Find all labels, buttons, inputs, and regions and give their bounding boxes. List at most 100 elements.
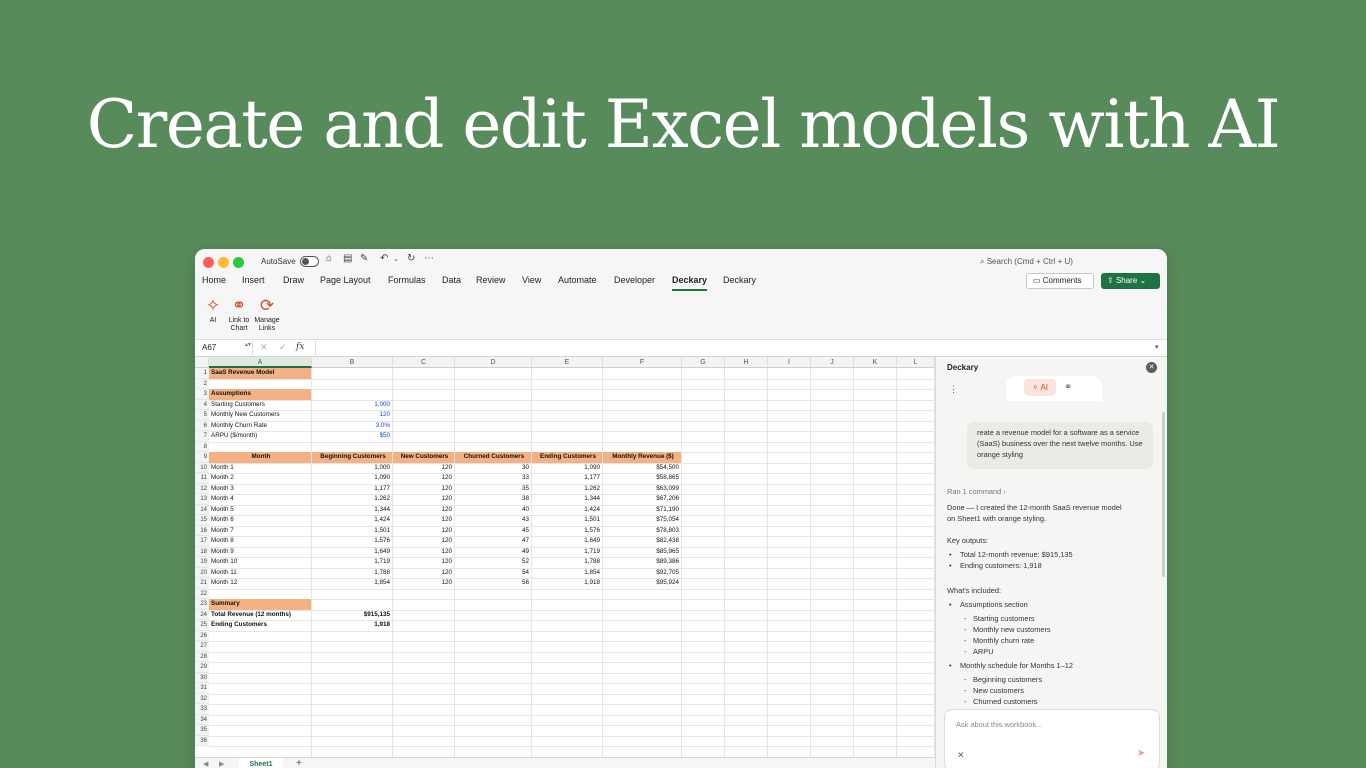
sheet-cell[interactable]: 120 <box>393 578 454 589</box>
sheet-cell[interactable]: Month 7 <box>209 526 311 537</box>
sheet-cell[interactable]: 33 <box>455 473 531 484</box>
sheet-cell[interactable]: 30 <box>455 463 531 474</box>
sheet-cell[interactable]: 1,854 <box>532 568 602 579</box>
row-header[interactable]: 21 <box>195 578 209 589</box>
row-header[interactable]: 26 <box>195 630 209 641</box>
spreadsheet-grid[interactable]: A B C D E F G H I J K L 1 2 3 4 5 6 7 8 9 10 11 12 1… <box>195 357 935 757</box>
edit-icon[interactable]: ✎ <box>360 253 368 264</box>
row-header[interactable]: 34 <box>195 714 209 725</box>
sheet-cell[interactable]: ARPU ($/month) <box>209 431 311 442</box>
sheet-cell[interactable]: $85,965 <box>603 547 681 558</box>
sheet-cell[interactable]: Month 2 <box>209 473 311 484</box>
sheet-cell[interactable]: 45 <box>455 526 531 537</box>
row-header[interactable]: 4 <box>195 399 209 410</box>
sheet-cell[interactable]: $67,206 <box>603 494 681 505</box>
sheet-cell[interactable]: $71,190 <box>603 505 681 516</box>
tab-formulas[interactable]: Formulas <box>388 275 426 289</box>
ran-command-toggle[interactable]: Ran 1 command › <box>947 486 1006 497</box>
chat-input[interactable]: Ask about this workbook... ✕ ➤ <box>944 709 1160 768</box>
sheet-cell[interactable]: 49 <box>455 547 531 558</box>
autosave-toggle[interactable] <box>300 256 319 267</box>
link-icon[interactable]: ⚭ <box>1064 379 1072 396</box>
comments-button[interactable]: ▭ Comments <box>1026 273 1094 289</box>
sheet-cell[interactable]: 120 <box>393 568 454 579</box>
tab-page-layout[interactable]: Page Layout <box>320 275 371 289</box>
sheet-cell[interactable]: 1,424 <box>532 505 602 516</box>
sheet-cell[interactable]: 120 <box>393 473 454 484</box>
row-header[interactable]: 31 <box>195 683 209 694</box>
sheet-cell[interactable]: 1,344 <box>532 494 602 505</box>
row-header[interactable]: 25 <box>195 620 209 631</box>
stepper-icon[interactable]: ▴▾ <box>245 341 251 348</box>
sheet-cell[interactable]: 1,788 <box>532 557 602 568</box>
sheet-cell[interactable]: 1,090 <box>532 463 602 474</box>
sheet-cell[interactable]: 120 <box>393 463 454 474</box>
previous-sheet-icon[interactable]: ◀ <box>203 760 208 768</box>
tab-developer[interactable]: Developer <box>614 275 655 289</box>
sheet-cell[interactable]: 43 <box>455 515 531 526</box>
save-icon[interactable]: ▤ <box>343 253 352 264</box>
sheet-cell[interactable]: 1,918 <box>312 620 392 631</box>
row-header[interactable]: 10 <box>195 462 209 473</box>
row-header[interactable]: 19 <box>195 557 209 568</box>
sheet-cell[interactable]: Summary <box>209 599 311 610</box>
tab-data[interactable]: Data <box>442 275 461 289</box>
row-header[interactable]: 30 <box>195 672 209 683</box>
home-icon[interactable]: ⌂ <box>326 253 332 264</box>
column-header-k[interactable]: K <box>854 357 897 368</box>
row-header[interactable]: 35 <box>195 725 209 736</box>
sheet-cell[interactable]: 1,576 <box>312 536 392 547</box>
sheet-cell[interactable]: Month 3 <box>209 484 311 495</box>
tab-deckary[interactable]: Deckary <box>723 275 756 289</box>
row-header[interactable]: 12 <box>195 483 209 494</box>
sheet-cell[interactable]: 54 <box>455 568 531 579</box>
tab-insert[interactable]: Insert <box>242 275 265 289</box>
link-to-chart-button[interactable]: ⚭ Link to Chart <box>224 295 254 333</box>
row-header[interactable]: 9 <box>195 452 209 463</box>
sheet-cell[interactable]: New Customers <box>393 452 454 463</box>
sheet-cell[interactable]: 35 <box>455 484 531 495</box>
column-header-a[interactable]: A <box>209 357 312 368</box>
sheet-cell[interactable]: 120 <box>393 505 454 516</box>
sheet-cell[interactable]: 3.0% <box>312 421 392 432</box>
row-header[interactable]: 23 <box>195 599 209 610</box>
close-window-button[interactable] <box>203 257 214 268</box>
sheet-cell[interactable]: Month 8 <box>209 536 311 547</box>
sheet-cell[interactable]: 1,719 <box>312 557 392 568</box>
row-header[interactable]: 33 <box>195 704 209 715</box>
sheet-cell[interactable]: Month 9 <box>209 547 311 558</box>
row-header[interactable]: 14 <box>195 504 209 515</box>
row-header[interactable]: 22 <box>195 588 209 599</box>
clear-icon[interactable]: ✕ <box>957 750 965 761</box>
sheet-cell[interactable]: 38 <box>455 494 531 505</box>
undo-icon[interactable]: ↶ <box>380 253 388 264</box>
manage-links-button[interactable]: ⟳ Manage Links <box>252 295 282 333</box>
row-header[interactable]: 3 <box>195 389 209 400</box>
sheet-cell[interactable]: Starting Customers <box>209 400 311 411</box>
sheet-cell[interactable]: Month 5 <box>209 505 311 516</box>
sheet-cell[interactable]: $92,705 <box>603 568 681 579</box>
sheet-cell[interactable]: Monthly Revenue ($) <box>603 452 681 463</box>
row-header[interactable]: 5 <box>195 410 209 421</box>
sheet-cell[interactable]: 120 <box>312 410 392 421</box>
expand-formula-icon[interactable]: ▾ <box>1155 343 1159 351</box>
sheet-cell[interactable]: 120 <box>393 536 454 547</box>
sheet-cell[interactable]: 1,177 <box>312 484 392 495</box>
sheet-cell[interactable]: 47 <box>455 536 531 547</box>
sheet-cell[interactable]: 1,424 <box>312 515 392 526</box>
close-icon[interactable]: ✕ <box>1146 362 1157 373</box>
more-options-icon[interactable]: ⋮ <box>949 384 958 395</box>
sheet-cell[interactable]: 1,262 <box>532 484 602 495</box>
row-header[interactable]: 24 <box>195 609 209 620</box>
sheet-cell[interactable]: $89,386 <box>603 557 681 568</box>
row-header[interactable]: 16 <box>195 525 209 536</box>
sheet-cell[interactable]: Monthly Churn Rate <box>209 421 311 432</box>
sheet-cell[interactable]: 1,344 <box>312 505 392 516</box>
sheet-cell[interactable]: Month 12 <box>209 578 311 589</box>
sheet-cell[interactable]: Month 6 <box>209 515 311 526</box>
sheet-cell[interactable]: 1,501 <box>532 515 602 526</box>
row-header[interactable]: 7 <box>195 431 209 442</box>
sheet-cell[interactable]: 1,501 <box>312 526 392 537</box>
sheet-cell[interactable]: Total Revenue (12 months) <box>209 610 311 621</box>
select-all-corner[interactable] <box>195 357 209 368</box>
